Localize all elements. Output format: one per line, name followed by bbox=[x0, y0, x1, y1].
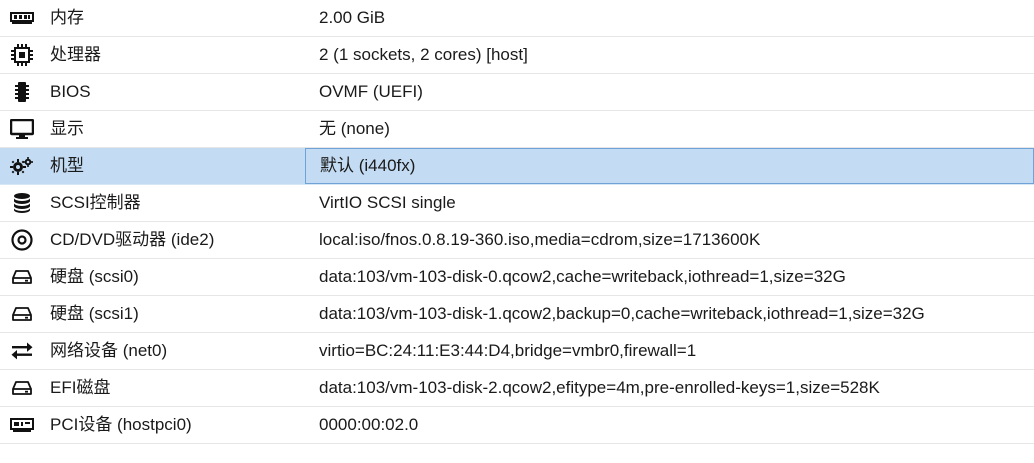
hardware-grid: 内存 2.00 GiB 处理器 2 (1 sockets, 2 cores) [… bbox=[0, 0, 1034, 462]
hardware-row-key: BIOS bbox=[50, 82, 91, 101]
hardware-row-value: 2 (1 sockets, 2 cores) [host] bbox=[319, 45, 528, 64]
hardware-row-scsi-controller[interactable]: SCSI控制器 VirtIO SCSI single bbox=[0, 185, 1034, 222]
gears-icon bbox=[10, 156, 34, 176]
hardware-row-harddisk-scsi0[interactable]: 硬盘 (scsi0) data:103/vm-103-disk-0.qcow2,… bbox=[0, 259, 1034, 296]
hardware-row-efi-disk[interactable]: EFI磁盘 data:103/vm-103-disk-2.qcow2,efity… bbox=[0, 370, 1034, 407]
chip-icon bbox=[10, 82, 34, 102]
hardware-row-harddisk-scsi1[interactable]: 硬盘 (scsi1) data:103/vm-103-disk-1.qcow2,… bbox=[0, 296, 1034, 333]
database-icon bbox=[10, 193, 34, 213]
harddisk-icon bbox=[10, 378, 34, 398]
hardware-row-key: 显示 bbox=[50, 119, 84, 138]
hardware-row-cpu[interactable]: 处理器 2 (1 sockets, 2 cores) [host] bbox=[0, 37, 1034, 74]
hardware-row-key: 机型 bbox=[50, 156, 84, 175]
hardware-row-key: 网络设备 (net0) bbox=[50, 341, 168, 360]
grid-empty-space bbox=[0, 444, 1034, 462]
monitor-icon bbox=[10, 119, 34, 139]
hardware-row-value: data:103/vm-103-disk-0.qcow2,cache=write… bbox=[319, 267, 846, 286]
hardware-row-display[interactable]: 显示 无 (none) bbox=[0, 111, 1034, 148]
hardware-row-pci-hostpci0[interactable]: PCI设备 (hostpci0) 0000:00:02.0 bbox=[0, 407, 1034, 444]
hardware-row-key: SCSI控制器 bbox=[50, 193, 141, 212]
hardware-row-key: CD/DVD驱动器 (ide2) bbox=[50, 230, 215, 249]
hardware-row-value: VirtIO SCSI single bbox=[319, 193, 456, 212]
memory-icon bbox=[10, 8, 34, 28]
hardware-row-cdrom[interactable]: CD/DVD驱动器 (ide2) local:iso/fnos.0.8.19-3… bbox=[0, 222, 1034, 259]
hardware-row-bios[interactable]: BIOS OVMF (UEFI) bbox=[0, 74, 1034, 111]
cpu-icon bbox=[10, 44, 34, 66]
hardware-row-key: 硬盘 (scsi1) bbox=[50, 304, 139, 323]
exchange-icon bbox=[10, 341, 34, 361]
hardware-row-memory[interactable]: 内存 2.00 GiB bbox=[0, 0, 1034, 37]
hardware-row-key: PCI设备 (hostpci0) bbox=[50, 415, 192, 434]
harddisk-icon bbox=[10, 267, 34, 287]
cdrom-icon bbox=[10, 229, 34, 251]
hardware-row-value: 2.00 GiB bbox=[319, 8, 386, 27]
hardware-row-key: 内存 bbox=[50, 8, 84, 27]
hardware-row-value: 0000:00:02.0 bbox=[319, 415, 419, 434]
hardware-row-value: OVMF (UEFI) bbox=[319, 82, 423, 101]
hardware-row-key: 硬盘 (scsi0) bbox=[50, 267, 139, 286]
hardware-row-value: local:iso/fnos.0.8.19-360.iso,media=cdro… bbox=[319, 230, 761, 249]
hardware-row-key: EFI磁盘 bbox=[50, 378, 111, 397]
hardware-row-key: 处理器 bbox=[50, 45, 101, 64]
hardware-row-value: data:103/vm-103-disk-1.qcow2,backup=0,ca… bbox=[319, 304, 925, 323]
hardware-row-machine[interactable]: 机型 默认 (i440fx) bbox=[0, 148, 1034, 185]
hardware-row-value: 默认 (i440fx) bbox=[305, 148, 1034, 184]
hardware-row-network-net0[interactable]: 网络设备 (net0) virtio=BC:24:11:E3:44:D4,bri… bbox=[0, 333, 1034, 370]
harddisk-icon bbox=[10, 304, 34, 324]
hardware-row-value: data:103/vm-103-disk-2.qcow2,efitype=4m,… bbox=[319, 378, 880, 397]
hardware-row-value: 无 (none) bbox=[319, 119, 390, 138]
hardware-row-value: virtio=BC:24:11:E3:44:D4,bridge=vmbr0,fi… bbox=[319, 341, 697, 360]
pci-card-icon bbox=[10, 415, 34, 435]
